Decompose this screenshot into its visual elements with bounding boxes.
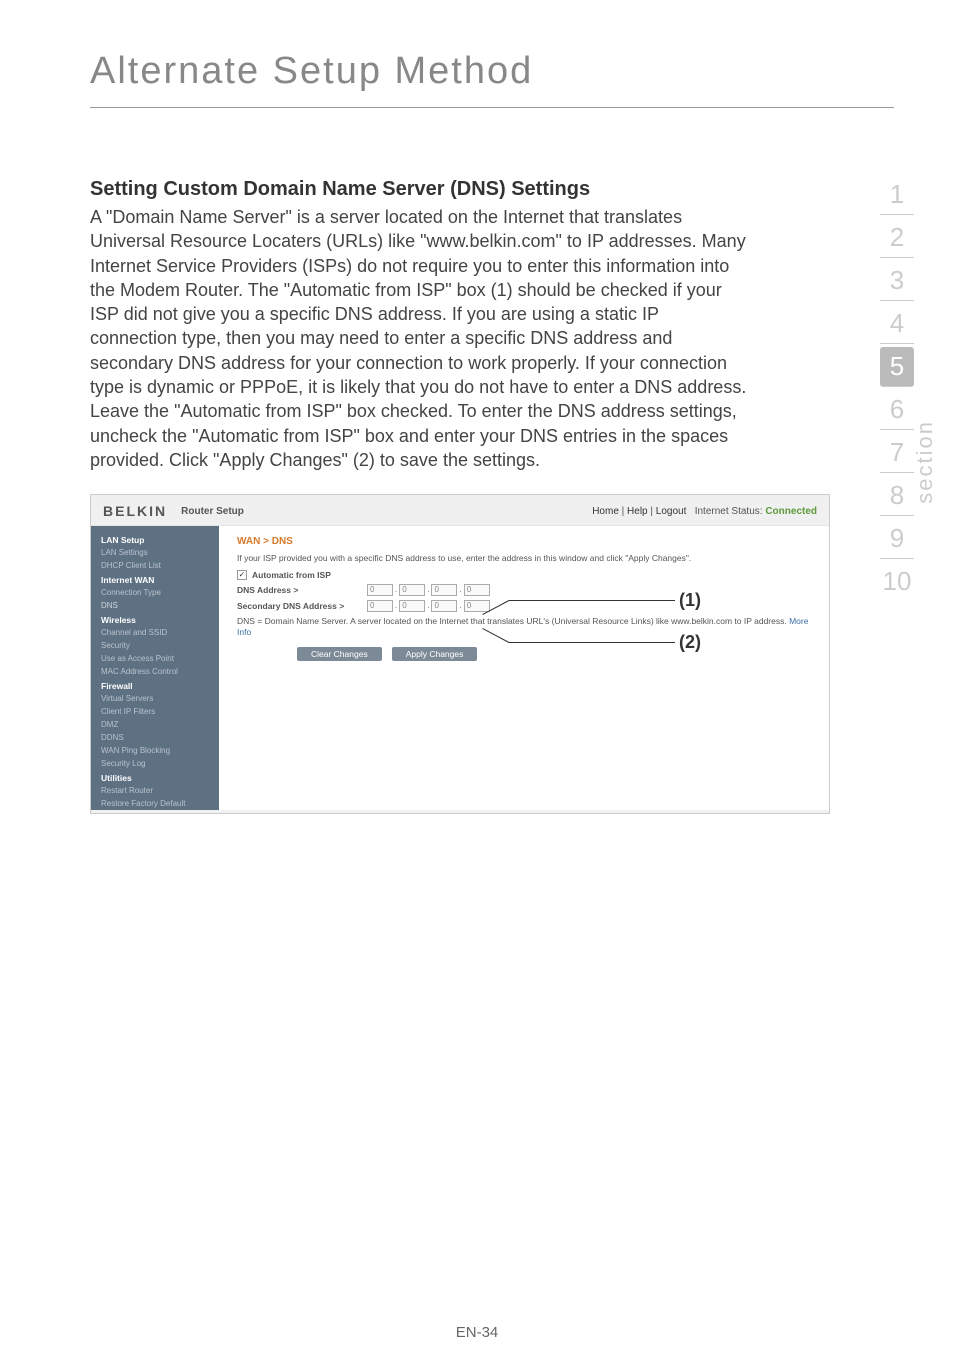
auto-from-isp-label: Automatic from ISP bbox=[252, 570, 331, 580]
sidebar-heading-wireless: Wireless bbox=[91, 612, 219, 626]
nav-7[interactable]: 7 bbox=[880, 433, 914, 473]
sidebar-item-lan-settings[interactable]: LAN Settings bbox=[91, 546, 219, 559]
secondary-dns-input[interactable]: 0. 0. 0. 0 bbox=[367, 600, 490, 612]
sidebar-item-restore-default[interactable]: Restore Factory Default bbox=[91, 797, 219, 810]
dns-ip-octet-3[interactable]: 0 bbox=[431, 584, 457, 596]
breadcrumb: WAN > DNS bbox=[237, 536, 811, 547]
dns-explanation: DNS = Domain Name Server. A server locat… bbox=[237, 616, 811, 637]
sidebar-item-conn-type[interactable]: Connection Type bbox=[91, 586, 219, 599]
dns-description: If your ISP provided you with a specific… bbox=[237, 553, 811, 564]
dns-address-input[interactable]: 0. 0. 0. 0 bbox=[367, 584, 490, 596]
sidebar-item-mac[interactable]: MAC Address Control bbox=[91, 665, 219, 678]
dns-ip-octet-1[interactable]: 0 bbox=[367, 584, 393, 596]
sidebar-item-restart[interactable]: Restart Router bbox=[91, 784, 219, 797]
nav-8[interactable]: 8 bbox=[880, 476, 914, 516]
sidebar-item-dhcp[interactable]: DHCP Client List bbox=[91, 559, 219, 572]
sidebar-heading-lan: LAN Setup bbox=[91, 532, 219, 546]
router-admin-screenshot: BELKIN Router Setup Home | Help | Logout… bbox=[90, 494, 830, 814]
sidebar-heading-firewall: Firewall bbox=[91, 678, 219, 692]
sidebar-item-slog[interactable]: Security Log bbox=[91, 757, 219, 770]
nav-3[interactable]: 3 bbox=[880, 261, 914, 301]
sidebar-item-vs[interactable]: Virtual Servers bbox=[91, 692, 219, 705]
dns-address-label: DNS Address > bbox=[237, 585, 367, 595]
section-nav: 1 2 3 4 5 6 7 8 9 10 bbox=[880, 175, 914, 601]
nav-2[interactable]: 2 bbox=[880, 218, 914, 258]
dns-settings-heading: Setting Custom Domain Name Server (DNS) … bbox=[90, 178, 894, 201]
admin-header-links: Home | Help | Logout Internet Status: Co… bbox=[592, 506, 817, 517]
apply-changes-button[interactable]: Apply Changes bbox=[392, 647, 478, 661]
sdns-ip-octet-1[interactable]: 0 bbox=[367, 600, 393, 612]
sidebar-item-wpb[interactable]: WAN Ping Blocking bbox=[91, 744, 219, 757]
nav-10[interactable]: 10 bbox=[880, 562, 914, 601]
dns-ip-octet-2[interactable]: 0 bbox=[399, 584, 425, 596]
callout-line-1 bbox=[509, 600, 675, 601]
sidebar-item-ddns[interactable]: DDNS bbox=[91, 731, 219, 744]
help-link[interactable]: Help bbox=[627, 506, 648, 517]
sidebar-item-cif[interactable]: Client IP Filters bbox=[91, 705, 219, 718]
secondary-dns-label: Secondary DNS Address > bbox=[237, 601, 367, 611]
sidebar-item-dns[interactable]: DNS bbox=[91, 599, 219, 612]
logout-link[interactable]: Logout bbox=[656, 506, 687, 517]
sidebar-heading-wan: Internet WAN bbox=[91, 572, 219, 586]
nav-6[interactable]: 6 bbox=[880, 390, 914, 430]
dns-settings-body: A "Domain Name Server" is a server locat… bbox=[90, 205, 750, 472]
sdns-ip-octet-2[interactable]: 0 bbox=[399, 600, 425, 612]
sidebar-item-ap[interactable]: Use as Access Point bbox=[91, 652, 219, 665]
sdns-ip-octet-4[interactable]: 0 bbox=[464, 600, 490, 612]
admin-sidebar: LAN Setup LAN Settings DHCP Client List … bbox=[91, 526, 219, 810]
nav-5[interactable]: 5 bbox=[880, 347, 914, 387]
callout-2: (2) bbox=[679, 632, 701, 653]
nav-9[interactable]: 9 bbox=[880, 519, 914, 559]
nav-1[interactable]: 1 bbox=[880, 175, 914, 215]
title-rule bbox=[90, 107, 894, 108]
callout-1: (1) bbox=[679, 590, 701, 611]
nav-4[interactable]: 4 bbox=[880, 304, 914, 344]
sidebar-item-channel[interactable]: Channel and SSID bbox=[91, 626, 219, 639]
section-label: section bbox=[912, 420, 938, 504]
admin-header: BELKIN Router Setup Home | Help | Logout… bbox=[91, 495, 829, 526]
callout-line-2 bbox=[509, 642, 675, 643]
sidebar-heading-utilities: Utilities bbox=[91, 770, 219, 784]
admin-subtitle: Router Setup bbox=[181, 506, 244, 517]
clear-changes-button[interactable]: Clear Changes bbox=[297, 647, 382, 661]
sdns-ip-octet-3[interactable]: 0 bbox=[431, 600, 457, 612]
status-value: Connected bbox=[765, 506, 817, 517]
status-label: Internet Status: bbox=[695, 506, 763, 517]
home-link[interactable]: Home bbox=[592, 506, 619, 517]
page-title: Alternate Setup Method bbox=[90, 50, 894, 93]
belkin-logo: BELKIN bbox=[103, 503, 167, 519]
auto-from-isp-checkbox[interactable]: ✓ bbox=[237, 570, 247, 580]
dns-ip-octet-4[interactable]: 0 bbox=[464, 584, 490, 596]
sidebar-item-dmz[interactable]: DMZ bbox=[91, 718, 219, 731]
sidebar-item-security[interactable]: Security bbox=[91, 639, 219, 652]
page-number: EN-34 bbox=[0, 1324, 954, 1341]
admin-main: WAN > DNS If your ISP provided you with … bbox=[219, 526, 829, 810]
